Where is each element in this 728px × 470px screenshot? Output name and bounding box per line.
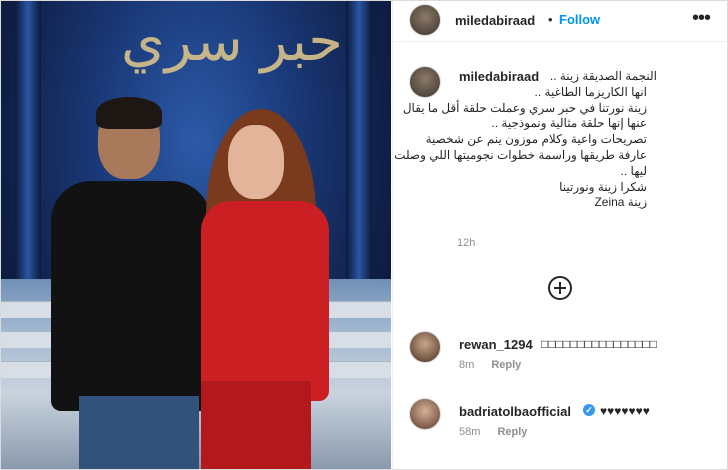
caption-line: ليها ..: [620, 163, 647, 178]
reply-button[interactable]: Reply: [497, 426, 527, 438]
separator-dot: •: [548, 12, 553, 27]
caption-line: عنها إنها حلقة مثالية ونموذجية ..: [491, 116, 647, 131]
comment-username[interactable]: rewan_1294: [459, 337, 533, 352]
comment-text: ♥♥♥♥♥♥♥: [600, 404, 650, 418]
woman-red-suit: [201, 201, 329, 401]
comment-timestamp: 58m: [459, 426, 481, 438]
caption-line: انها الكاريزما الطاغية ..: [534, 84, 647, 99]
post-photo[interactable]: حبر سري: [1, 1, 391, 469]
stage-pillar: [15, 1, 41, 301]
comment-username[interactable]: badriatolbaofficial: [459, 404, 571, 419]
post-side-panel: miledabiraad • Follow ••• miledabiraad ا…: [392, 1, 727, 469]
stage-title-art: حبر سري: [121, 9, 343, 74]
man-figure: [51, 181, 211, 411]
comment-avatar[interactable]: [409, 331, 441, 363]
comment-text: □□□□□□□□□□□□□□□□: [541, 337, 657, 351]
caption-line: زينة نورتنا في حبر سري وعملت حلقة أقل ما…: [402, 100, 647, 115]
comment-meta: 8m Reply: [459, 359, 535, 371]
caption-line: زينة Zeina: [594, 195, 647, 210]
follow-button[interactable]: Follow: [559, 12, 600, 27]
caption-text: النجمة الصديقة زينة ..: [527, 69, 657, 85]
verified-badge-icon: ✓: [583, 404, 595, 416]
avatar[interactable]: [409, 4, 441, 36]
comment-timestamp: 8m: [459, 359, 475, 371]
post-header: miledabiraad • Follow •••: [393, 1, 727, 42]
caption-avatar[interactable]: [409, 66, 441, 98]
more-options-icon[interactable]: •••: [692, 7, 711, 30]
woman-red-skirt: [201, 381, 311, 469]
man-jeans: [79, 396, 199, 469]
comment-meta: 58m Reply: [459, 426, 541, 438]
man-hair: [96, 97, 162, 129]
woman-face: [228, 125, 284, 199]
plus-circle-icon[interactable]: [548, 276, 572, 300]
reply-button[interactable]: Reply: [491, 359, 521, 371]
comment-avatar[interactable]: [409, 398, 441, 430]
header-username[interactable]: miledabiraad: [455, 13, 535, 28]
caption-line: تصريحات واعية وكلام موزون ينم عن شخصية: [425, 132, 647, 147]
instagram-post: حبر سري miledabiraad • Follow ••• mileda…: [0, 0, 728, 470]
caption-line: شكرا زينة ونورتينا: [559, 179, 647, 194]
caption-line: النجمة الصديقة زينة ..: [549, 69, 657, 83]
caption-text-body: انها الكاريزما الطاغية .. زينة نورتنا في…: [394, 84, 647, 211]
caption-timestamp: 12h: [457, 237, 476, 249]
caption-line: عارفة طريقها وراسمة خطوات نجوميتها اللي …: [394, 147, 647, 162]
stage-pillar: [346, 1, 372, 301]
